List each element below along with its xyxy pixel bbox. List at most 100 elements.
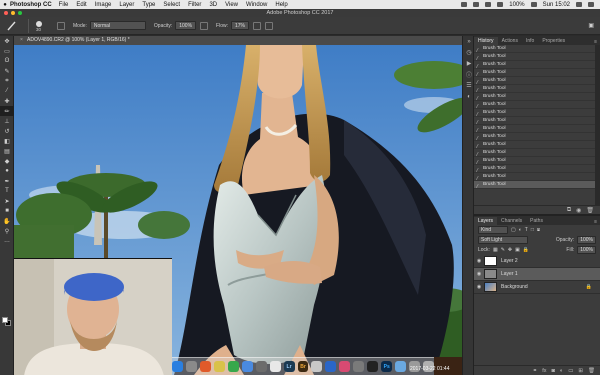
new-group-icon[interactable]: ▭: [568, 368, 573, 374]
lock-all-icon[interactable]: 🔒: [523, 247, 529, 253]
new-document-from-state-icon[interactable]: ⧉: [567, 207, 571, 214]
layer-opacity-field[interactable]: 100%: [577, 236, 596, 244]
new-snapshot-icon[interactable]: ◉: [576, 207, 581, 214]
history-state[interactable]: ⁄ Brush Tool: [474, 125, 595, 134]
history-state[interactable]: ⁄ Brush Tool: [474, 93, 595, 102]
history-state[interactable]: ⁄ Brush Tool: [474, 133, 595, 142]
tab-properties[interactable]: Properties: [538, 37, 569, 45]
history-state[interactable]: ⁄ Brush Tool: [474, 69, 595, 78]
shape-icon[interactable]: ■: [0, 206, 14, 216]
history-state[interactable]: ⁄ Brush Tool: [474, 173, 595, 182]
pressure-opacity-toggle[interactable]: [200, 21, 209, 30]
menu-help[interactable]: Help: [275, 2, 287, 8]
dock-app-icon[interactable]: [199, 361, 211, 372]
link-layers-icon[interactable]: ⚭: [533, 368, 538, 374]
close-icon[interactable]: ×: [20, 37, 23, 43]
history-state[interactable]: ⁄ Brush Tool: [474, 77, 595, 86]
pen-icon[interactable]: ✒: [0, 176, 14, 186]
lock-position-icon[interactable]: ✥: [508, 247, 512, 253]
adjustment-layer-icon[interactable]: ◐: [560, 368, 563, 374]
spotlight-icon[interactable]: [576, 2, 582, 7]
visibility-eye-icon[interactable]: ◉: [474, 271, 484, 277]
dock-app-icon[interactable]: [171, 361, 183, 372]
tab-channels[interactable]: Channels: [497, 217, 526, 225]
apple-icon[interactable]: ●: [0, 2, 10, 8]
app-menu[interactable]: Photoshop CC: [10, 2, 52, 8]
opacity-field[interactable]: 100%: [175, 21, 197, 30]
workspace-icon[interactable]: ▣: [588, 22, 594, 29]
status-icon[interactable]: [461, 2, 468, 7]
volume-icon[interactable]: [497, 2, 504, 7]
history-state[interactable]: ⁄ Brush Tool: [474, 141, 595, 150]
photoshop-app-icon[interactable]: Ps: [381, 361, 393, 372]
move-icon[interactable]: ✥: [0, 36, 14, 46]
lightroom-app-icon[interactable]: Lr: [283, 361, 295, 372]
layer-row[interactable]: ◉ Layer 2: [474, 255, 600, 268]
history-state[interactable]: ⁄ Brush Tool: [474, 165, 595, 174]
history-state-current[interactable]: ⁄ Brush Tool: [474, 181, 595, 190]
wifi-icon[interactable]: [485, 2, 492, 7]
history-state[interactable]: ⁄ Brush Tool: [474, 101, 595, 110]
filter-shape-icon[interactable]: □: [531, 227, 534, 233]
history-state[interactable]: ⁄ Brush Tool: [474, 53, 595, 62]
history-state[interactable]: ⁄ Brush Tool: [474, 45, 595, 54]
tab-actions[interactable]: Actions: [498, 37, 522, 45]
foreground-color-swatch[interactable]: [2, 317, 8, 323]
healing-icon[interactable]: ✚: [0, 96, 14, 106]
dock-app-icon[interactable]: [269, 361, 281, 372]
history-state[interactable]: ⁄ Brush Tool: [474, 117, 595, 126]
delete-state-icon[interactable]: 🗑: [586, 207, 594, 214]
filter-pixel-icon[interactable]: ▢: [511, 227, 516, 233]
dock-app-icon[interactable]: [353, 361, 365, 372]
eraser-icon[interactable]: ◧: [0, 136, 14, 146]
tool-preset-picker[interactable]: [3, 18, 29, 33]
layer-row-selected[interactable]: ◉ Layer 1: [474, 268, 600, 281]
menu-clock[interactable]: Sun 15:02: [543, 2, 570, 8]
history-state[interactable]: ⁄ Brush Tool: [474, 149, 595, 158]
history-state[interactable]: ⁄ Brush Tool: [474, 157, 595, 166]
notification-icon[interactable]: [588, 2, 594, 7]
dodge-icon[interactable]: ●: [0, 166, 14, 176]
tab-paths[interactable]: Paths: [526, 217, 547, 225]
dock-app-icon[interactable]: [339, 361, 351, 372]
dock-app-icon[interactable]: [185, 361, 197, 372]
hand-icon[interactable]: ✋: [0, 216, 14, 226]
bridge-app-icon[interactable]: Br: [297, 361, 309, 372]
brush-icon[interactable]: ✏: [0, 106, 14, 116]
menu-image[interactable]: Image: [95, 2, 112, 8]
visibility-eye-icon[interactable]: ◉: [474, 258, 484, 264]
status-icon[interactable]: [473, 2, 480, 7]
pressure-size-toggle[interactable]: [265, 21, 274, 30]
tab-layers[interactable]: Layers: [474, 217, 498, 225]
dock-app-icon[interactable]: [255, 361, 267, 372]
menu-type[interactable]: Type: [142, 2, 155, 8]
menu-edit[interactable]: Edit: [76, 2, 86, 8]
document-tab[interactable]: × ADOV4890.CR2 @ 100% (Layer 1, RGB/16) …: [14, 36, 462, 45]
history-state[interactable]: ⁄ Brush Tool: [474, 109, 595, 118]
zoom-window-button[interactable]: [18, 11, 22, 15]
crop-icon[interactable]: ⌗: [0, 76, 14, 86]
close-window-button[interactable]: [4, 11, 8, 15]
dock-app-icon[interactable]: [227, 361, 239, 372]
lock-transparent-icon[interactable]: ▦: [493, 247, 498, 253]
history-state[interactable]: ⁄ Brush Tool: [474, 61, 595, 70]
layer-style-icon[interactable]: fx: [542, 368, 546, 374]
lock-artboard-icon[interactable]: ▣: [515, 247, 520, 253]
filter-type-icon[interactable]: T: [525, 227, 528, 233]
lasso-icon[interactable]: ʘ: [0, 56, 14, 66]
gradient-icon[interactable]: ▤: [0, 146, 14, 156]
dock-app-icon[interactable]: [213, 361, 225, 372]
layer-kind-filter[interactable]: Kind: [478, 226, 508, 234]
visibility-eye-icon[interactable]: ◉: [474, 284, 484, 290]
folder-icon[interactable]: [395, 361, 407, 372]
flow-field[interactable]: 17%: [231, 21, 250, 30]
tab-history[interactable]: History: [474, 37, 498, 45]
path-select-icon[interactable]: ➤: [0, 196, 14, 206]
quick-select-icon[interactable]: ✎: [0, 66, 14, 76]
brush-preset-picker[interactable]: 30: [31, 19, 53, 33]
menu-window[interactable]: Window: [246, 2, 267, 8]
blur-icon[interactable]: ◆: [0, 156, 14, 166]
type-icon[interactable]: T: [0, 186, 14, 196]
dock-app-icon[interactable]: [311, 361, 323, 372]
minimize-window-button[interactable]: [11, 11, 15, 15]
